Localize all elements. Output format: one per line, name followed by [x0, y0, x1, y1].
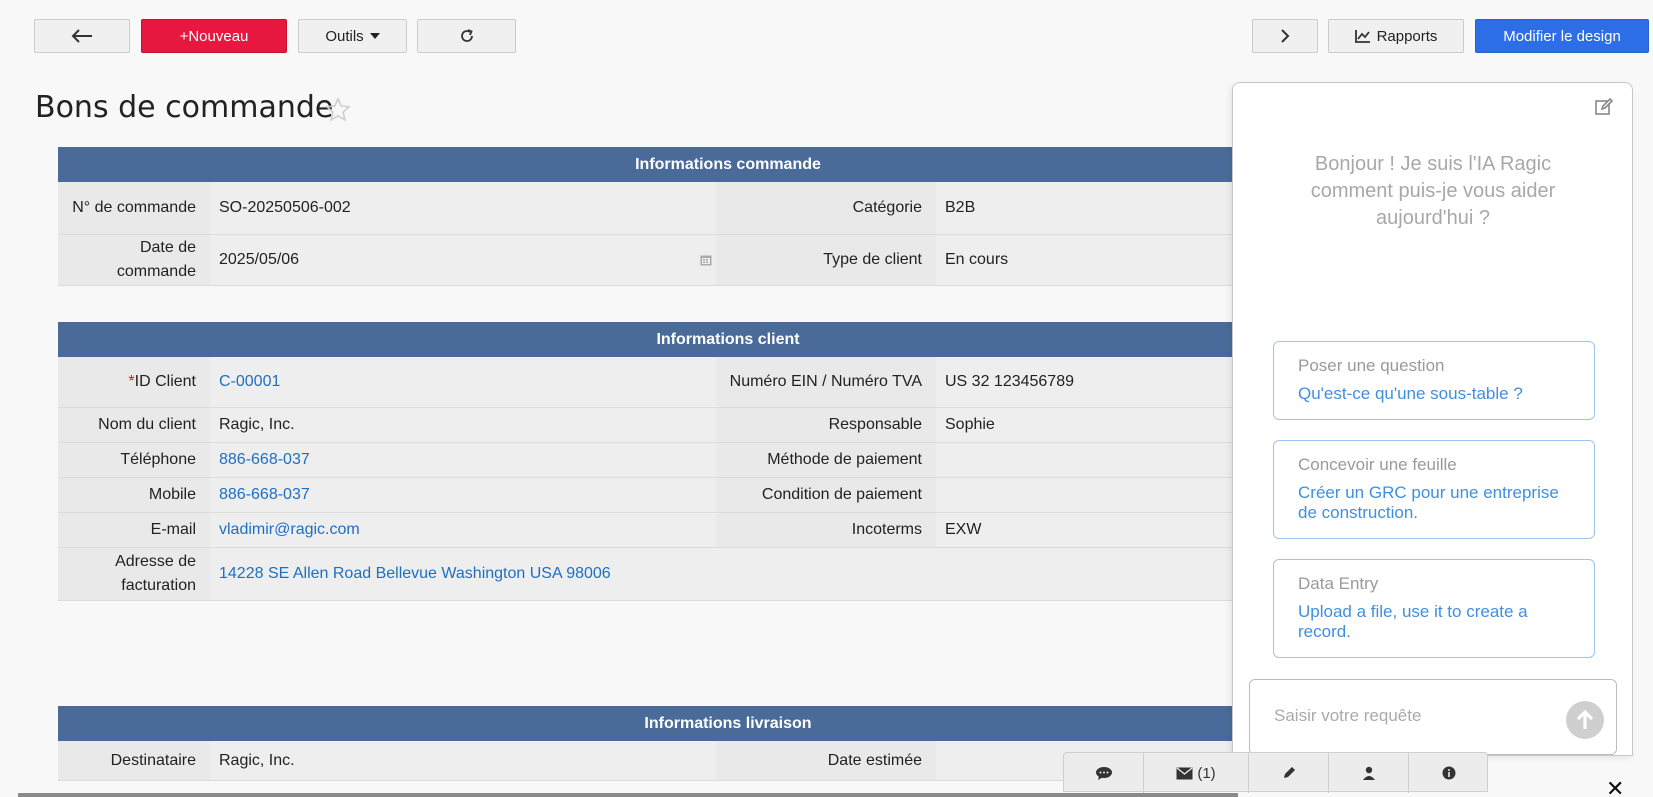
info-button[interactable]	[1409, 753, 1489, 793]
order-date-field[interactable]: 2025/05/06	[210, 235, 716, 285]
owner-label: Responsable	[716, 408, 936, 442]
owner-field[interactable]: Sophie	[936, 408, 1238, 442]
arrow-up-icon	[1576, 709, 1594, 729]
payment-method-label: Méthode de paiement	[716, 443, 936, 477]
ai-suggestion-card[interactable]: Concevoir une feuille Créer un GRC pour …	[1273, 440, 1595, 539]
recipient-label: Destinataire	[58, 741, 210, 780]
new-record-button[interactable]: +Nouveau	[141, 19, 287, 53]
card-title: Poser une question	[1298, 356, 1445, 375]
client-name-label: Nom du client	[58, 408, 210, 442]
ai-query-input[interactable]	[1274, 706, 1554, 726]
section-header-delivery: Informations livraison	[58, 706, 1398, 741]
send-button[interactable]	[1566, 701, 1604, 739]
form-row: Téléphone 886-668-037 Méthode de paiemen…	[58, 443, 1238, 478]
order-number-label: N° de commande	[58, 182, 210, 234]
tools-label: Outils	[325, 27, 364, 45]
chevron-right-icon	[1281, 29, 1290, 43]
back-button[interactable]	[34, 19, 130, 53]
card-text: Qu'est-ce qu'une sous-table ?	[1298, 384, 1523, 403]
client-name-field[interactable]: Ragic, Inc.	[210, 408, 716, 442]
recipient-field[interactable]: Ragic, Inc.	[210, 741, 716, 780]
ai-query-box	[1249, 679, 1617, 755]
user-icon	[1362, 766, 1375, 780]
client-type-label: Type de client	[716, 235, 936, 285]
mail-button[interactable]: (1)	[1144, 753, 1249, 793]
reports-label: Rapports	[1376, 27, 1438, 45]
tools-dropdown[interactable]: Outils	[298, 19, 407, 53]
payment-method-field[interactable]	[936, 443, 1238, 477]
calendar-icon[interactable]	[700, 254, 712, 266]
next-record-button[interactable]	[1252, 19, 1318, 53]
bottom-utility-bar: (1)	[1063, 752, 1489, 793]
card-text: Upload a file, use it to create a record…	[1298, 602, 1528, 641]
reports-button[interactable]: Rapports	[1328, 19, 1464, 53]
order-date-value: 2025/05/06	[219, 251, 300, 268]
mobile-link[interactable]: 886-668-037	[210, 478, 716, 512]
horizontal-scrollbar[interactable]	[18, 793, 1238, 797]
card-title: Concevoir une feuille	[1298, 455, 1457, 474]
form-row: Mobile 886-668-037 Condition de paiement	[58, 478, 1238, 513]
card-title: Data Entry	[1298, 574, 1379, 593]
comments-button[interactable]	[1064, 753, 1144, 793]
info-icon	[1442, 766, 1456, 780]
form-row: N° de commande SO-20250506-002 Catégorie…	[58, 182, 1238, 235]
order-date-label: Date de commande	[58, 235, 210, 285]
category-label: Catégorie	[716, 182, 936, 234]
client-id-label: * ID Client	[58, 357, 210, 407]
edit-icon[interactable]	[1594, 97, 1614, 117]
phone-link[interactable]: 886-668-037	[210, 443, 716, 477]
form-row: Destinataire Ragic, Inc. Date estimée	[58, 741, 1238, 781]
edit-design-button[interactable]: Modifier le design	[1475, 19, 1649, 53]
form-row: Date de commande 2025/05/06 Type de clie…	[58, 235, 1238, 286]
phone-label: Téléphone	[58, 443, 210, 477]
mail-count: (1)	[1197, 764, 1216, 782]
estimated-date-label: Date estimée	[716, 741, 936, 780]
section-title: Informations client	[656, 330, 800, 348]
user-button[interactable]	[1329, 753, 1409, 793]
ai-suggestion-card[interactable]: Poser une question Qu'est-ce qu'une sous…	[1273, 341, 1595, 420]
billing-address-label: Adresse de facturation	[58, 548, 210, 600]
ein-field[interactable]: US 32 123456789	[936, 357, 1238, 407]
incoterms-label: Incoterms	[716, 513, 936, 547]
share-button[interactable]	[1249, 753, 1329, 793]
line-chart-icon	[1354, 30, 1370, 43]
client-id-label-text: ID Client	[134, 373, 196, 390]
pencil-icon	[1283, 767, 1295, 778]
email-label: E-mail	[58, 513, 210, 547]
refresh-icon	[460, 29, 473, 42]
ein-label: Numéro EIN / Numéro TVA	[716, 357, 936, 407]
caret-down-icon	[369, 33, 380, 39]
order-number-field[interactable]: SO-20250506-002	[210, 182, 716, 234]
favorite-star-icon[interactable]	[324, 96, 352, 124]
form-row: * ID Client C-00001 Numéro EIN / Numéro T…	[58, 357, 1238, 408]
ai-assistant-panel: Bonjour ! Je suis l'IA Ragic comment pui…	[1232, 82, 1633, 756]
client-id-link[interactable]: C-00001	[210, 357, 716, 407]
page-title: Bons de commande	[35, 90, 334, 125]
form-row: E-mail vladimir@ragic.com Incoterms EXW	[58, 513, 1238, 548]
card-text: Créer un GRC pour une entreprise de cons…	[1298, 483, 1559, 522]
payment-terms-field[interactable]	[936, 478, 1238, 512]
comment-icon	[1095, 766, 1112, 780]
mobile-label: Mobile	[58, 478, 210, 512]
section-header-client: Informations client	[58, 322, 1398, 357]
payment-terms-label: Condition de paiement	[716, 478, 936, 512]
section-header-order: Informations commande	[58, 147, 1398, 182]
category-field[interactable]: B2B	[936, 182, 1238, 234]
refresh-button[interactable]	[417, 19, 516, 53]
section-title: Informations livraison	[644, 714, 812, 732]
section-title: Informations commande	[635, 155, 821, 173]
email-link[interactable]: vladimir@ragic.com	[210, 513, 716, 547]
client-type-field[interactable]: En cours	[936, 235, 1238, 285]
close-icon[interactable]: ✕	[1606, 776, 1624, 797]
form-row: Nom du client Ragic, Inc. Responsable So…	[58, 408, 1238, 443]
form-row: Adresse de facturation 14228 SE Allen Ro…	[58, 548, 1238, 601]
ai-greeting: Bonjour ! Je suis l'IA Ragic comment pui…	[1310, 153, 1556, 229]
arrow-left-icon	[71, 29, 92, 43]
billing-address-link[interactable]: 14228 SE Allen Road Bellevue Washington …	[210, 548, 1238, 600]
incoterms-field[interactable]: EXW	[936, 513, 1238, 547]
ai-suggestion-card[interactable]: Data Entry Upload a file, use it to crea…	[1273, 559, 1595, 658]
envelope-icon	[1176, 766, 1193, 779]
